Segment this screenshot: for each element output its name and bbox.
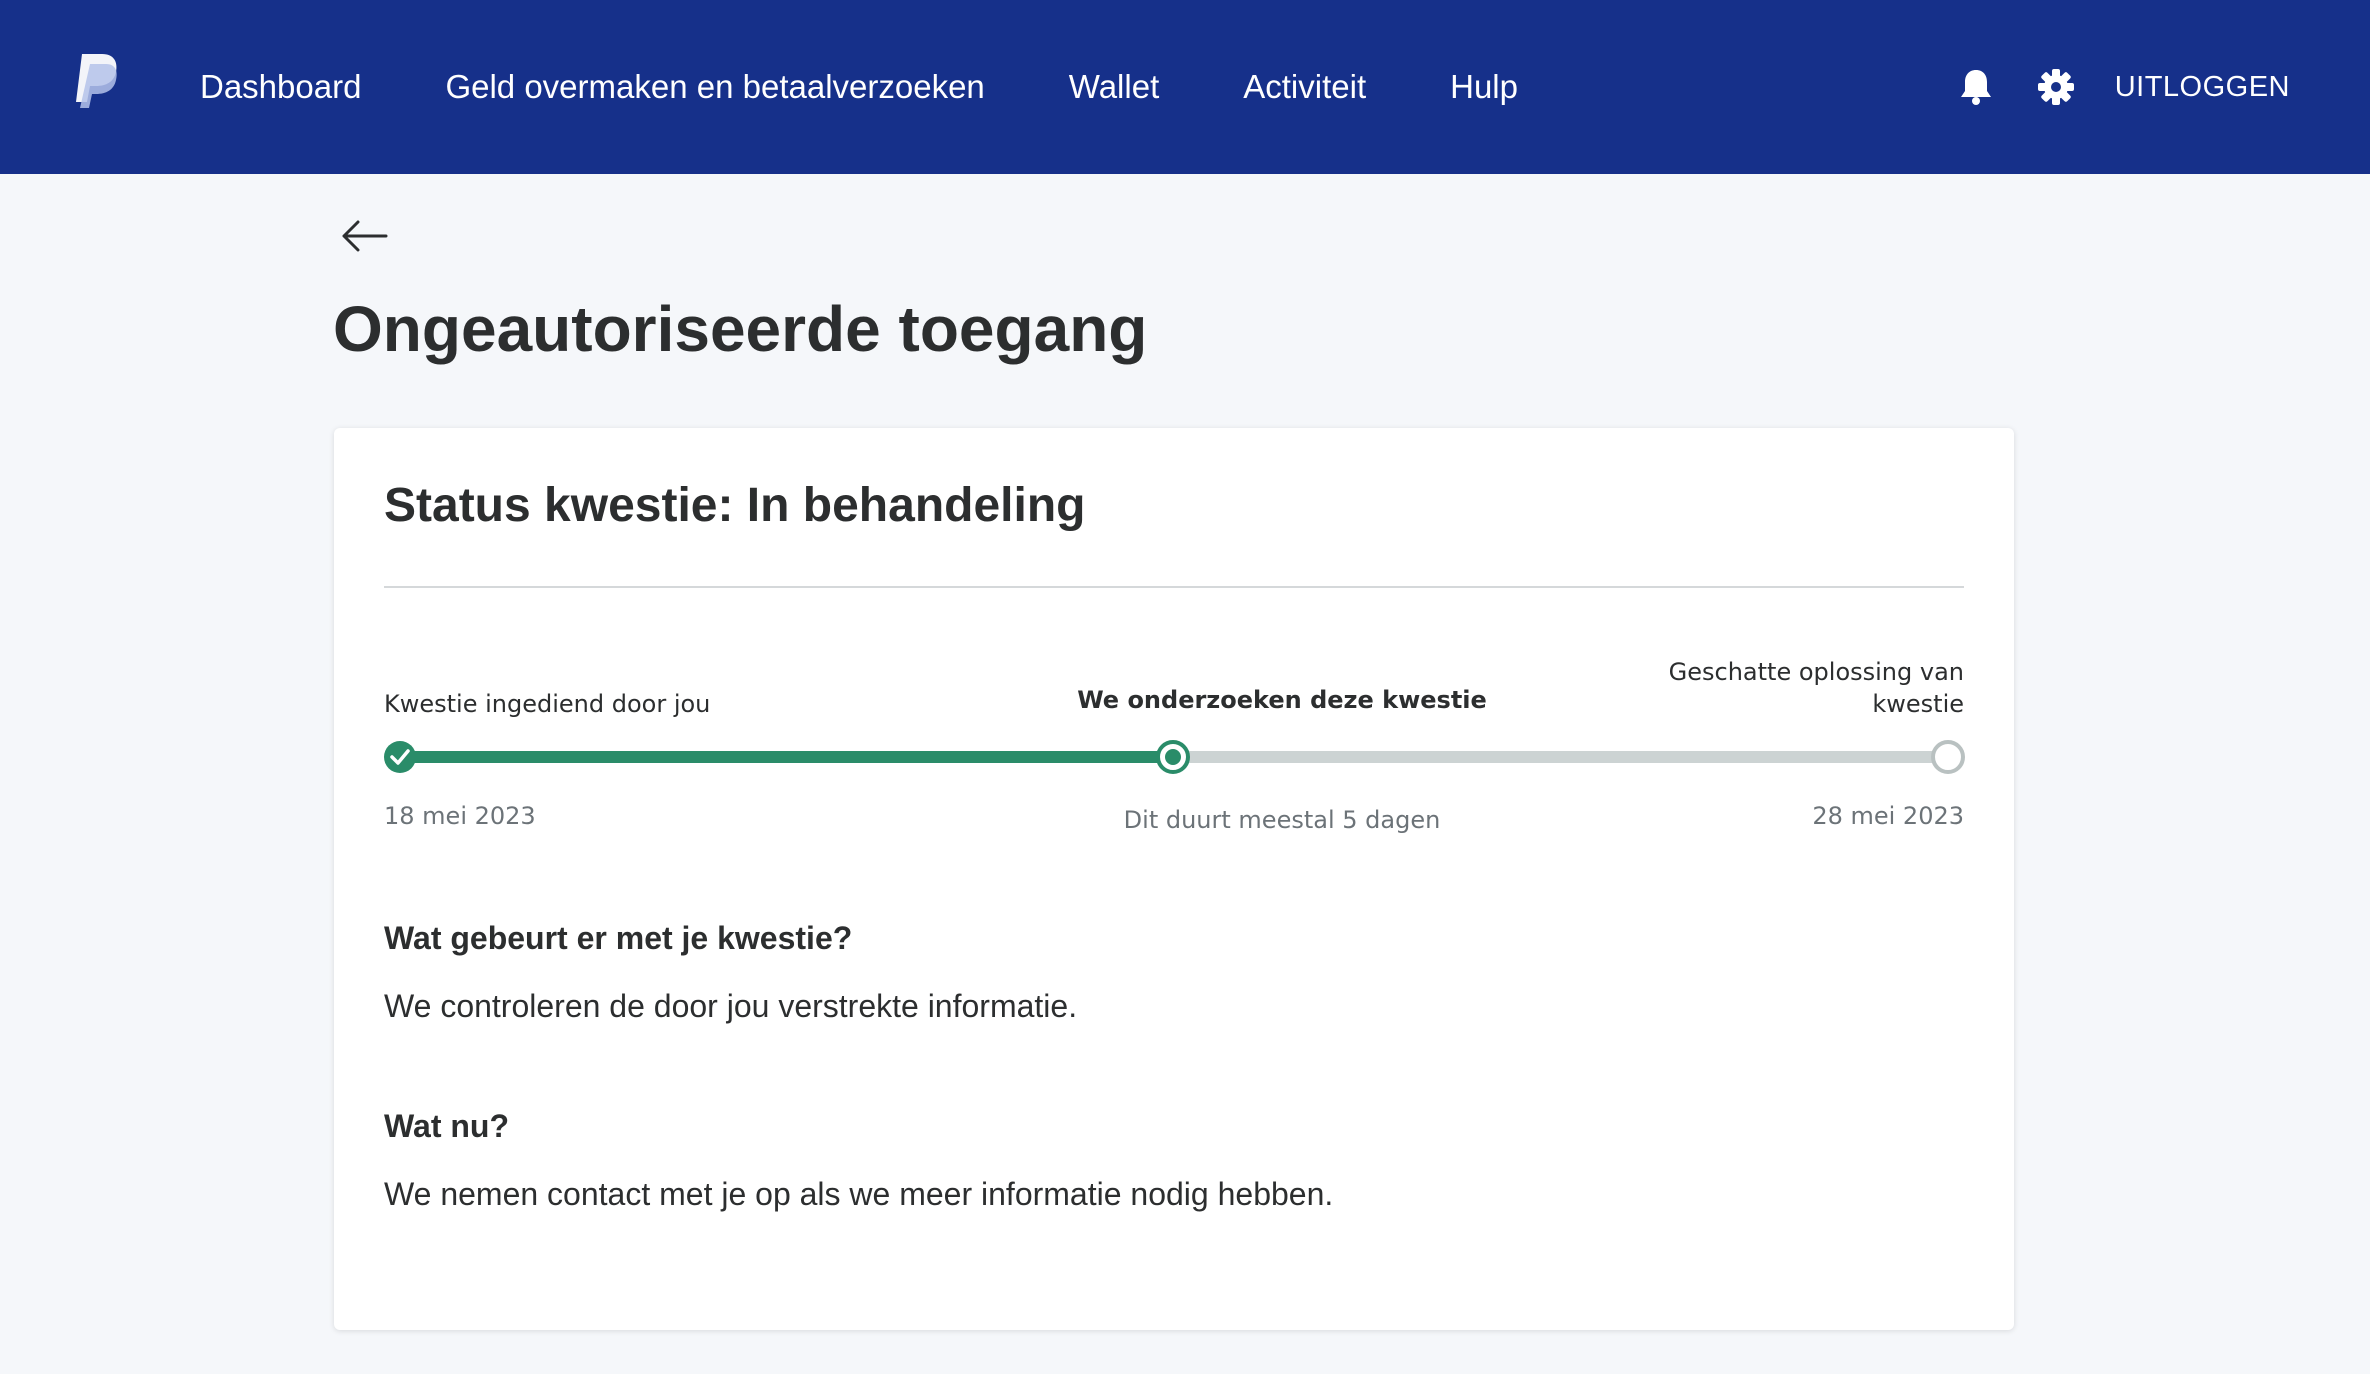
- divider: [384, 586, 1964, 588]
- header-actions: UITLOGGEN: [1955, 0, 2290, 174]
- bell-icon[interactable]: [1955, 66, 1997, 108]
- page-title: Ongeautoriseerde toegang: [333, 293, 1148, 365]
- step-investigating-duration: Dit duurt meestal 5 dagen: [1123, 806, 1441, 834]
- step-pending-dot-icon: [1930, 739, 1966, 780]
- paypal-logo-icon[interactable]: [68, 50, 120, 110]
- progress-track-fill: [400, 751, 1174, 763]
- section-body-what-now: We nemen contact met je op als we meer i…: [384, 1176, 1334, 1212]
- step-resolution-label-line1: Geschatte oplossing van: [1668, 658, 1964, 686]
- arrow-left-icon[interactable]: [336, 214, 392, 258]
- logout-button[interactable]: UITLOGGEN: [2115, 71, 2290, 104]
- case-status-card: Status kwestie: In behandeling Kwestie i…: [334, 428, 2014, 1330]
- step-investigating-label: We onderzoeken deze kwestie: [1077, 686, 1487, 714]
- nav-help[interactable]: Hulp: [1450, 68, 1518, 106]
- top-navigation-bar: Dashboard Geld overmaken en betaalverzoe…: [0, 0, 2370, 174]
- nav-send-request-money[interactable]: Geld overmaken en betaalverzoeken: [445, 68, 984, 106]
- step-submitted-date: 18 mei 2023: [384, 802, 536, 830]
- step-resolution-date: 28 mei 2023: [1812, 802, 1964, 830]
- main-nav: Dashboard Geld overmaken en betaalverzoe…: [200, 0, 1602, 174]
- nav-wallet[interactable]: Wallet: [1069, 68, 1159, 106]
- step-submitted-label: Kwestie ingediend door jou: [384, 690, 711, 718]
- section-heading-what-now: Wat nu?: [384, 1108, 509, 1144]
- section-heading-what-happens: Wat gebeurt er met je kwestie?: [384, 920, 853, 956]
- step-done-check-icon: [383, 740, 417, 779]
- status-title: Status kwestie: In behandeling: [384, 479, 1086, 532]
- nav-activity[interactable]: Activiteit: [1243, 68, 1366, 106]
- section-body-what-happens: We controleren de door jou verstrekte in…: [384, 988, 1078, 1024]
- step-resolution-label-line2: kwestie: [1872, 690, 1964, 718]
- nav-dashboard[interactable]: Dashboard: [200, 68, 361, 106]
- step-current-dot-icon: [1155, 739, 1191, 780]
- gear-icon[interactable]: [2035, 66, 2077, 108]
